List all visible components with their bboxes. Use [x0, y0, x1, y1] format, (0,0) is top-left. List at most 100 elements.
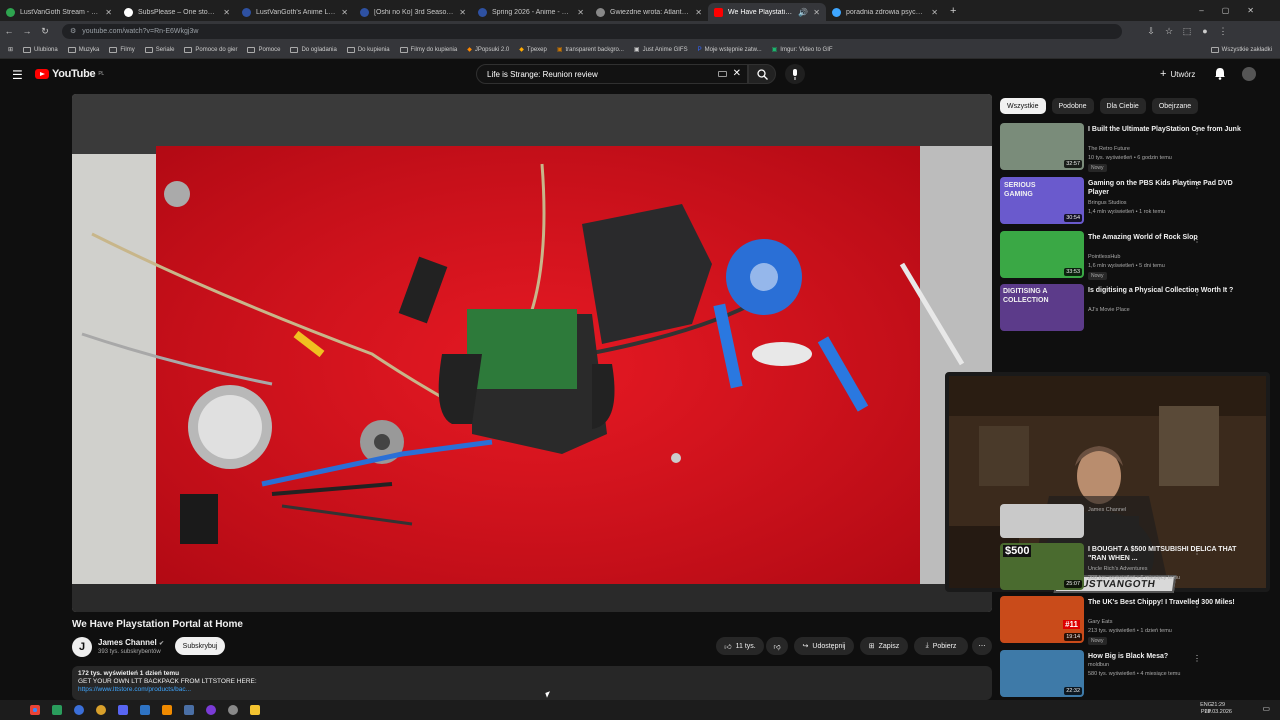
app-taskbar-icon[interactable] — [52, 705, 62, 715]
more-vertical-icon[interactable]: ⋮ — [1193, 127, 1201, 136]
notifications-bell-icon[interactable] — [1214, 67, 1226, 80]
hamburger-menu-icon[interactable]: ☰ — [12, 68, 23, 82]
more-actions-button[interactable]: ⋯ — [972, 637, 992, 655]
chip-related[interactable]: Podobne — [1051, 98, 1094, 114]
new-tab-icon[interactable]: + — [950, 5, 956, 17]
app-taskbar-icon[interactable] — [140, 705, 150, 715]
recommendation-item[interactable]: SERIOUS GAMING 30:54 Gaming on the PBS Ki… — [1000, 177, 1270, 227]
file-explorer-taskbar-icon[interactable] — [250, 705, 260, 715]
more-vertical-icon[interactable]: ⋮ — [1193, 181, 1201, 190]
url-field[interactable]: ⚙ youtube.com/watch?v=Rn-E6Wkgj3w — [62, 23, 1122, 39]
subscribe-button[interactable]: Subskrybuj — [175, 637, 225, 655]
video-thumbnail[interactable]: 33:53 — [1000, 231, 1084, 278]
close-icon[interactable]: ✕ — [695, 8, 702, 17]
bookmark-item[interactable]: Pomoce — [247, 46, 280, 53]
create-button[interactable]: + Utwórz — [1160, 68, 1195, 80]
video-thumbnail[interactable]: 32:57 — [1000, 123, 1084, 170]
close-icon[interactable]: ✕ — [105, 8, 112, 17]
recommendation-item[interactable]: 33:53 The Amazing World of Rock Slop Poi… — [1000, 231, 1270, 281]
browser-tab[interactable]: Spring 2026 - Anime - MyAnim✕ — [472, 3, 590, 21]
bookmark-item[interactable]: Filmy do kupienia — [399, 46, 457, 53]
video-thumbnail[interactable]: 22:32 — [1000, 650, 1084, 697]
recommendation-item[interactable]: 22:32 How Big is Black Mesa? moldbun 580… — [1000, 650, 1270, 700]
steam-taskbar-icon[interactable] — [184, 705, 194, 715]
bookmark-item[interactable]: ▣ Just Anime GIFS — [634, 46, 688, 54]
channel-avatar[interactable]: J — [72, 637, 92, 657]
bookmark-item[interactable]: Pomoce do gier — [184, 46, 237, 53]
video-thumbnail[interactable] — [1000, 504, 1084, 538]
search-button[interactable] — [748, 64, 776, 84]
profile-icon[interactable]: ● — [1196, 26, 1214, 36]
youtube-logo[interactable]: YouTube PL — [35, 68, 104, 80]
video-thumbnail[interactable]: #11 19:14 — [1000, 596, 1084, 643]
dislike-button[interactable]: 👎︎ — [766, 637, 788, 655]
close-icon[interactable]: ✕ — [459, 8, 466, 17]
browser-tab[interactable]: Gwiezdne wrota: Atlantyda / Sz✕ — [590, 3, 708, 21]
speaker-icon[interactable]: 🔊 — [798, 8, 808, 17]
browser-tab[interactable]: LustVanGoth's Anime List - My✕ — [236, 3, 354, 21]
close-icon[interactable]: ✕ — [577, 8, 584, 17]
bookmark-item[interactable]: ▣ transparent backgro... — [557, 46, 624, 54]
chrome-taskbar-icon[interactable] — [30, 705, 40, 715]
all-bookmarks[interactable]: Wszystkie zakładki — [1210, 46, 1272, 53]
bookmark-item[interactable]: Seriale — [144, 46, 174, 53]
app-taskbar-icon[interactable] — [96, 705, 106, 715]
bookmark-item[interactable]: ◆ JPopsuki 2.0 — [467, 46, 509, 54]
bookmark-item[interactable]: ▣ Imgur: Video to GIF — [772, 46, 833, 54]
browser-tab[interactable]: [Oshi no Ko] 3rd Season ([Oshi✕ — [354, 3, 472, 21]
clear-search-icon[interactable]: ✕ — [733, 68, 741, 79]
keyboard-icon[interactable] — [718, 71, 727, 77]
browser-tab[interactable]: poradnia zdrowia psychicznego✕ — [826, 3, 944, 21]
site-info-icon[interactable]: ⚙ — [70, 27, 76, 35]
download-button[interactable]: ⤓ Pobierz — [914, 637, 968, 655]
recommendation-item[interactable]: 32:57 I Built the Ultimate PlayStation O… — [1000, 123, 1270, 173]
bookmark-item[interactable]: P Moje wstępnie zatw... — [698, 47, 762, 53]
save-button[interactable]: ⊞ Zapisz — [860, 637, 908, 655]
forward-icon[interactable]: → — [18, 26, 36, 36]
more-vertical-icon[interactable]: ⋮ — [1193, 600, 1201, 609]
browser-tab[interactable]: SubsPlease – One stop shop fo✕ — [118, 3, 236, 21]
app-taskbar-icon[interactable] — [206, 705, 216, 715]
close-icon[interactable]: ✕ — [341, 8, 348, 17]
bookmark-item[interactable]: Filmy — [109, 46, 135, 53]
vlc-taskbar-icon[interactable] — [162, 705, 172, 715]
app-taskbar-icon[interactable] — [228, 705, 238, 715]
like-button[interactable]: 👍︎ 11 tys. — [716, 637, 764, 655]
window-controls[interactable]: –▢✕ — [1199, 6, 1272, 15]
bookmark-item[interactable]: Do kupienia — [346, 46, 390, 53]
bookmark-item[interactable]: Do ogladania — [290, 46, 337, 53]
video-thumbnail[interactable]: SERIOUS GAMING 30:54 — [1000, 177, 1084, 224]
recommendation-item[interactable]: James Channel — [1000, 504, 1270, 540]
chip-all[interactable]: Wszystkie — [1000, 98, 1046, 114]
close-icon[interactable]: ✕ — [223, 8, 230, 17]
search-input[interactable]: Life is Strange: Reunion review ✕ — [476, 64, 748, 84]
description-link[interactable]: https://www.lttstore.com/products/bac... — [78, 686, 986, 694]
chip-watched[interactable]: Obejrzane — [1151, 98, 1199, 114]
app-taskbar-icon[interactable] — [74, 705, 84, 715]
recommendation-item[interactable]: #11 19:14 The UK's Best Chippy! I Travell… — [1000, 596, 1270, 646]
more-vertical-icon[interactable]: ⋮ — [1193, 547, 1201, 556]
share-button[interactable]: ↪ Udostępnij — [794, 637, 854, 655]
recommendation-item[interactable]: DIGITISING A COLLECTION Is digitising a … — [1000, 284, 1270, 334]
chip-for-you[interactable]: Dla Ciebie — [1099, 98, 1146, 114]
close-icon[interactable]: ✕ — [931, 8, 938, 17]
user-avatar[interactable] — [1242, 67, 1256, 81]
video-player[interactable] — [72, 94, 992, 612]
browser-menu-icon[interactable]: ⋮ — [1214, 26, 1232, 37]
bookmark-item[interactable]: Ulubiona — [23, 46, 58, 53]
notifications-icon[interactable]: ▭ — [1262, 704, 1270, 713]
recommendation-item[interactable]: $500 25:07 I BOUGHT A $500 MITSUBISHI DEL… — [1000, 543, 1270, 593]
bookmark-item[interactable]: ◆ Tpexep — [519, 46, 547, 54]
video-description[interactable]: 172 tys. wyświetleń 1 dzień temu GET YOU… — [72, 666, 992, 700]
more-vertical-icon[interactable]: ⋮ — [1193, 288, 1201, 297]
voice-search-button[interactable] — [785, 64, 805, 84]
apps-icon[interactable]: ⊞ — [8, 46, 13, 53]
reload-icon[interactable]: ↻ — [36, 26, 54, 37]
more-vertical-icon[interactable]: ⋮ — [1193, 654, 1201, 663]
close-icon[interactable]: ✕ — [813, 8, 820, 17]
more-vertical-icon[interactable]: ⋮ — [1193, 235, 1201, 244]
browser-tab-active[interactable]: We Have Playstation Portal🔊✕ — [708, 3, 826, 21]
system-clock[interactable]: 21:29 28.03.2026 — [1204, 702, 1232, 716]
channel-name[interactable]: James Channel ✔ — [98, 638, 164, 647]
video-thumbnail[interactable]: DIGITISING A COLLECTION — [1000, 284, 1084, 331]
